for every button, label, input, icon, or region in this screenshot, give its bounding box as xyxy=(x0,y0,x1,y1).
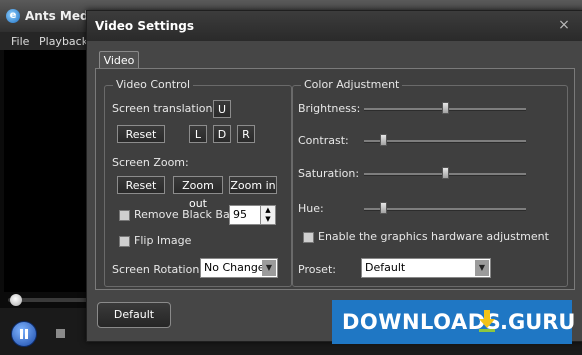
contrast-slider-track[interactable] xyxy=(364,140,526,143)
zoom-reset-button[interactable]: Reset xyxy=(117,176,165,194)
screen-rotation-label: Screen Rotation: xyxy=(112,263,204,276)
seek-knob[interactable] xyxy=(10,294,22,306)
preset-label: Proset: xyxy=(298,263,336,276)
translation-reset-button[interactable]: Reset xyxy=(117,125,165,143)
pause-icon-bar-left xyxy=(20,329,23,339)
menu-file[interactable]: File xyxy=(11,35,29,48)
color-adjustment-legend: Color Adjustment xyxy=(301,78,403,91)
hue-slider-track[interactable] xyxy=(364,208,526,211)
video-control-group: Video Control Screen translation: U Rese… xyxy=(104,78,292,287)
stop-icon[interactable] xyxy=(56,329,65,338)
zoom-in-button[interactable]: Zoom in xyxy=(229,176,277,194)
preset-value: Default xyxy=(365,261,406,274)
color-adjustment-group: Color Adjustment Brightness: Contrast: S… xyxy=(292,78,568,287)
download-arrow-icon xyxy=(479,310,495,332)
translate-left-button[interactable]: L xyxy=(189,125,207,143)
player-logo-icon: e xyxy=(6,9,20,23)
preset-select[interactable]: Default ▼ xyxy=(361,258,491,278)
tab-video[interactable]: Video xyxy=(99,51,139,69)
translate-up-button[interactable]: U xyxy=(213,100,231,118)
pause-icon-bar-right xyxy=(25,329,28,339)
video-settings-dialog: Video Settings × Video Video Control Scr… xyxy=(86,10,582,342)
translate-down-button[interactable]: D xyxy=(213,125,231,143)
chevron-down-icon: ▼ xyxy=(262,260,276,276)
black-bar-stepper[interactable]: ▲ ▼ xyxy=(260,205,276,225)
menu-playback[interactable]: Playback xyxy=(39,35,88,48)
saturation-slider-thumb[interactable] xyxy=(441,167,449,179)
video-control-legend: Video Control xyxy=(113,78,194,91)
hardware-adjustment-checkbox[interactable] xyxy=(303,232,314,243)
translate-right-button[interactable]: R xyxy=(237,125,255,143)
screen-rotation-select[interactable]: No Change ▼ xyxy=(200,258,278,278)
saturation-label: Saturation: xyxy=(298,167,360,180)
hue-slider-thumb[interactable] xyxy=(379,202,387,214)
remove-black-bar-label: Remove Black Bar: xyxy=(134,208,238,221)
dialog-title: Video Settings xyxy=(95,19,194,33)
screen-translation-label: Screen translation: xyxy=(112,102,217,115)
chevron-down-icon: ▼ xyxy=(475,260,489,276)
tab-panel: Video Control Screen translation: U Rese… xyxy=(95,68,575,290)
dialog-titlebar: Video Settings × xyxy=(87,11,582,41)
remove-black-bar-checkbox[interactable] xyxy=(119,210,130,221)
hardware-adjustment-label: Enable the graphics hardware adjustment xyxy=(318,230,549,243)
default-button[interactable]: Default xyxy=(97,302,171,328)
contrast-label: Contrast: xyxy=(298,134,349,147)
zoom-out-button[interactable]: Zoom out xyxy=(173,176,223,210)
hue-label: Hue: xyxy=(298,202,324,215)
screen-zoom-label: Screen Zoom: xyxy=(112,156,189,169)
watermark-text-right: .GURU xyxy=(500,310,576,334)
flip-image-label: Flip Image xyxy=(134,234,192,247)
pause-button[interactable] xyxy=(11,321,37,347)
screen-rotation-value: No Change xyxy=(204,261,265,274)
flip-image-checkbox[interactable] xyxy=(119,236,130,247)
close-icon[interactable]: × xyxy=(557,17,571,33)
brightness-label: Brightness: xyxy=(298,102,361,115)
downloads-guru-watermark: DOWNLOADS .GURU xyxy=(332,300,576,344)
player-title: Ants Media Player xyxy=(25,9,87,23)
contrast-slider-thumb[interactable] xyxy=(379,134,387,146)
brightness-slider-thumb[interactable] xyxy=(441,102,449,114)
